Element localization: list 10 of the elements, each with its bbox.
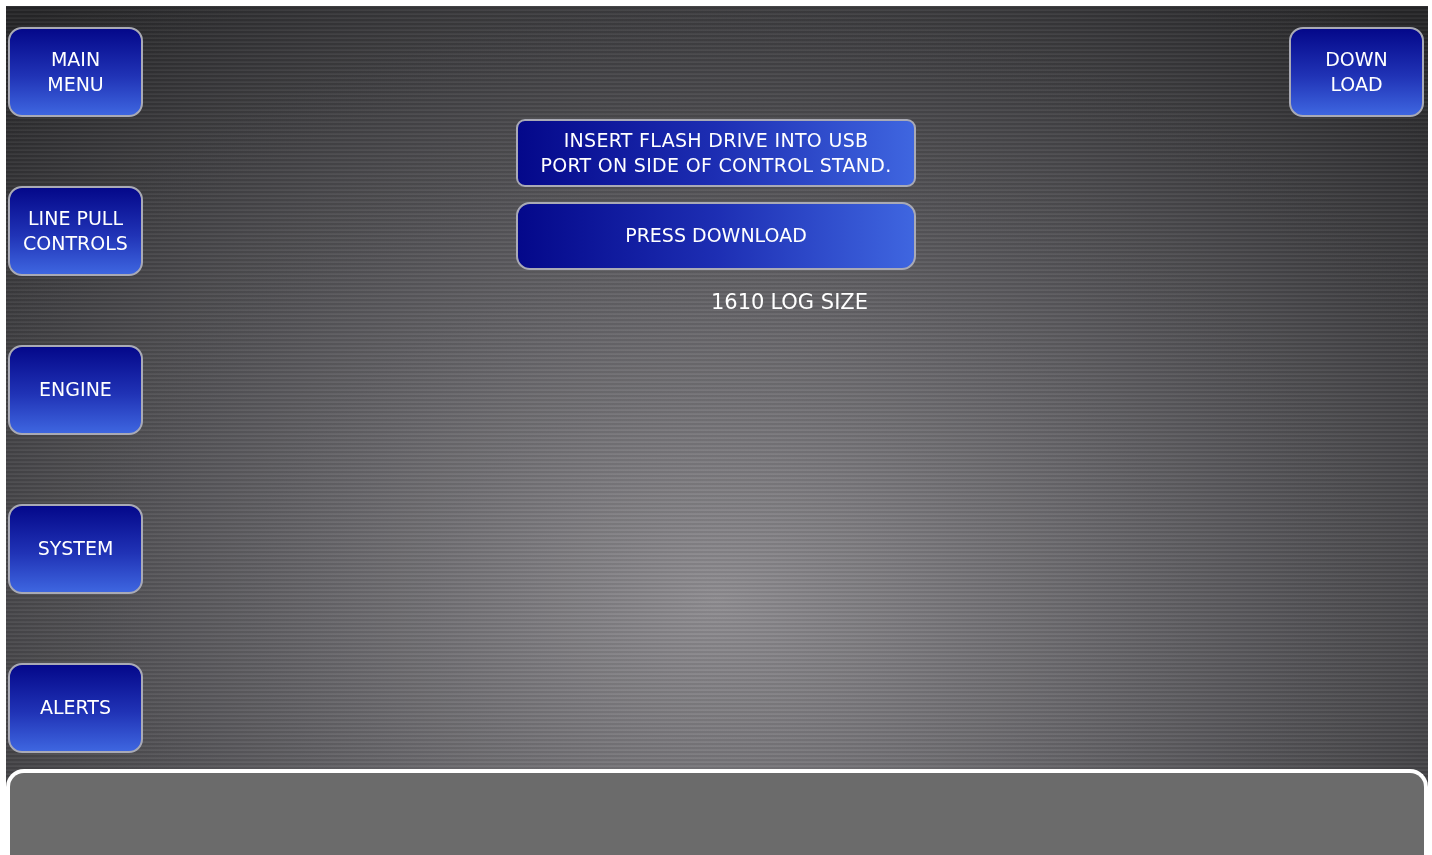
download-button[interactable]: DOWN LOAD <box>1289 27 1424 117</box>
nav-button[interactable]: SYSTEM <box>8 504 143 594</box>
nav-button[interactable]: ENGINE <box>8 345 143 435</box>
instruction-message: INSERT FLASH DRIVE INTO USB PORT ON SIDE OF CONTROL STAND. <box>516 119 916 187</box>
log-size-value: 1610 <box>710 290 765 314</box>
nav-button[interactable]: ALERTS <box>8 663 143 753</box>
nav-button[interactable]: MAIN MENU <box>8 27 143 117</box>
log-size-label: LOG SIZE <box>770 290 868 314</box>
nav-button[interactable]: LINE PULL CONTROLS <box>8 186 143 276</box>
press-download-button[interactable]: PRESS DOWNLOAD <box>516 202 916 270</box>
